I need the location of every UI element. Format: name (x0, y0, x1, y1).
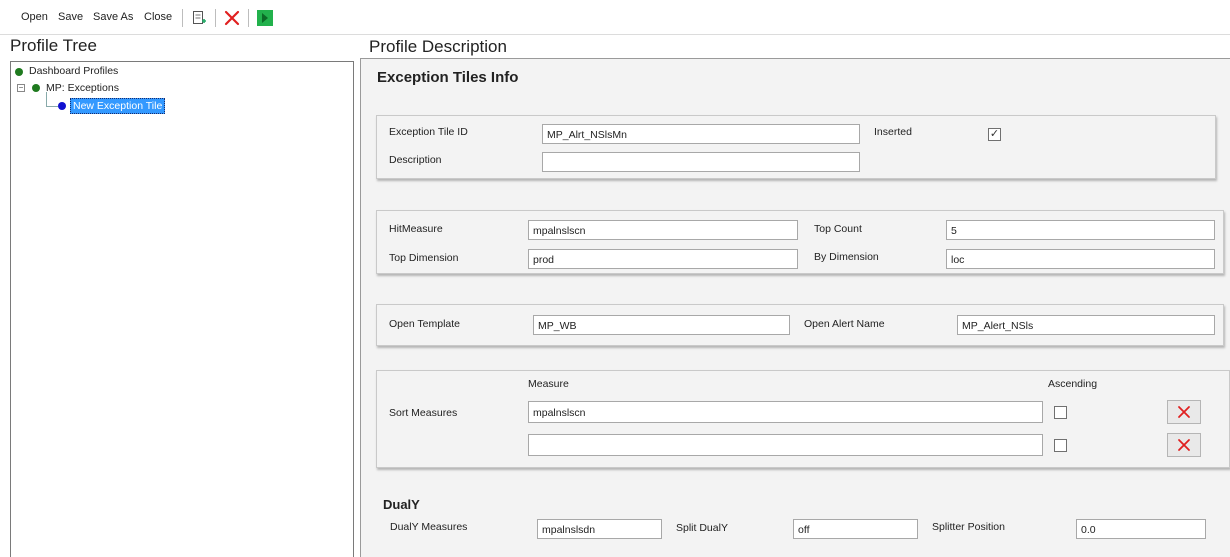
close-button[interactable]: Close (144, 11, 172, 23)
remove-sort-measure-button[interactable] (1167, 400, 1201, 424)
tree-node-mp-exceptions[interactable]: MP: Exceptions (46, 82, 119, 94)
open-template-field[interactable]: MP_WB (533, 315, 790, 335)
remove-sort-measure-button[interactable] (1167, 433, 1201, 457)
open-template-label: Open Template (389, 318, 461, 330)
sort-measure-field[interactable] (528, 434, 1043, 456)
split-dualy-label: Split DualY (676, 522, 728, 534)
profile-description-panel: Exception Tiles Info Exception Tile ID M… (360, 58, 1230, 557)
tree-node-dashboard-profiles[interactable]: Dashboard Profiles (29, 65, 118, 77)
collapse-toggle[interactable]: − (17, 84, 25, 92)
exception-tile-id-field[interactable]: MP_Alrt_NSlsMn (542, 124, 860, 144)
sort-measures-group: Measure Ascending Sort Measures mpalnsls… (376, 370, 1230, 468)
run-icon[interactable] (256, 9, 274, 27)
root-node-icon (15, 68, 23, 76)
profile-tree-title: Profile Tree (10, 36, 97, 55)
hit-measure-label: HitMeasure (389, 223, 443, 235)
tile-node-icon (58, 102, 66, 110)
delete-icon (1178, 406, 1190, 418)
template-group: Open Template MP_WB Open Alert Name MP_A… (376, 304, 1224, 346)
new-document-icon[interactable] (191, 9, 209, 27)
toolbar: Open Save Save As Close (0, 0, 1230, 35)
delete-icon[interactable] (223, 9, 241, 27)
save-button[interactable]: Save (58, 11, 83, 23)
tree-connector (46, 92, 47, 106)
save-as-button[interactable]: Save As (93, 11, 133, 23)
measure-column-header: Measure (528, 378, 569, 390)
ascending-column-header: Ascending (1048, 378, 1098, 390)
folder-node-icon (32, 84, 40, 92)
profile-description-title: Profile Description (369, 37, 507, 56)
sort-measures-label: Sort Measures (389, 407, 458, 419)
inserted-checkbox[interactable]: ✓ (988, 128, 1001, 141)
open-button[interactable]: Open (21, 11, 48, 23)
tree-node-new-exception-tile[interactable]: New Exception Tile (70, 98, 166, 114)
inserted-label: Inserted (874, 126, 912, 138)
dualy-measures-field[interactable]: mpalnslsdn (537, 519, 662, 539)
delete-icon (1178, 439, 1190, 451)
toolbar-separator (182, 9, 183, 27)
top-dimension-label: Top Dimension (389, 252, 459, 264)
tile-id-group: Exception Tile ID MP_Alrt_NSlsMn Inserte… (376, 115, 1216, 179)
top-count-field[interactable]: 5 (946, 220, 1215, 240)
description-field[interactable] (542, 152, 860, 172)
exception-tiles-info-title: Exception Tiles Info (377, 69, 519, 86)
tree-connector (46, 106, 58, 107)
open-alert-name-label: Open Alert Name (804, 318, 885, 330)
dualy-title: DualY (383, 497, 420, 512)
profile-tree: Dashboard Profiles − MP: Exceptions New … (10, 61, 354, 557)
split-dualy-field[interactable]: off (793, 519, 918, 539)
sort-measure-field[interactable]: mpalnslscn (528, 401, 1043, 423)
exception-tile-id-label: Exception Tile ID (389, 126, 468, 138)
top-dimension-field[interactable]: prod (528, 249, 798, 269)
sort-ascending-checkbox[interactable] (1054, 406, 1067, 419)
open-alert-name-field[interactable]: MP_Alert_NSls (957, 315, 1215, 335)
measure-group: HitMeasure mpalnslscn Top Count 5 Top Di… (376, 210, 1224, 274)
by-dimension-label: By Dimension (814, 251, 879, 263)
hit-measure-field[interactable]: mpalnslscn (528, 220, 798, 240)
by-dimension-field[interactable]: loc (946, 249, 1215, 269)
sort-ascending-checkbox[interactable] (1054, 439, 1067, 452)
toolbar-separator (248, 9, 249, 27)
toolbar-separator (215, 9, 216, 27)
dualy-measures-label: DualY Measures (390, 521, 468, 533)
splitter-position-field[interactable]: 0.0 (1076, 519, 1206, 539)
description-label: Description (389, 154, 442, 166)
splitter-position-label: Splitter Position (932, 521, 1005, 533)
top-count-label: Top Count (814, 223, 862, 235)
